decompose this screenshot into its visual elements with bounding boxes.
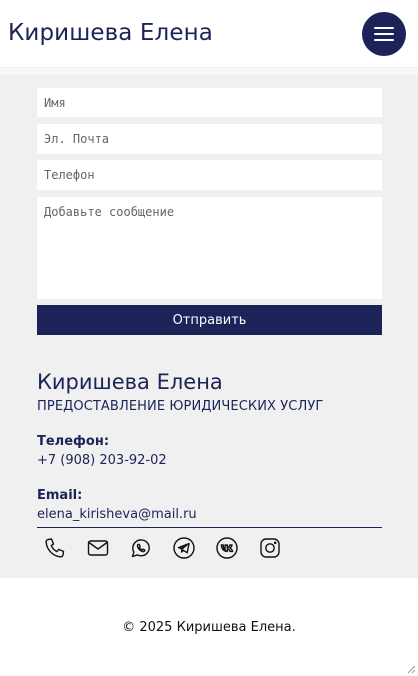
vk-icon[interactable] [215,535,239,561]
phone-field[interactable] [37,160,382,190]
site-brand[interactable]: Киришева Елена [8,20,213,46]
email-field[interactable] [37,124,382,154]
site-footer: © 2025 Киришева Елена. [0,578,418,676]
instagram-icon[interactable] [258,535,282,561]
site-header: Киришева Елена [0,0,418,68]
menu-icon [374,27,394,29]
name-field[interactable] [37,88,382,117]
whatsapp-icon[interactable] [129,535,153,561]
resize-grip-icon[interactable] [406,664,416,674]
message-field[interactable] [37,197,382,299]
phone-link[interactable]: +7 (908) 203-92-02 [37,453,167,468]
email-link[interactable]: elena_kirisheva@mail.ru [37,507,197,522]
divider [37,527,382,528]
phone-icon[interactable] [43,535,67,561]
mail-icon[interactable] [86,535,110,561]
copyright: © 2025 Киришева Елена. [122,620,296,635]
menu-button[interactable] [362,12,406,56]
telegram-icon[interactable] [172,535,196,561]
email-label: Email: [37,488,83,503]
contact-subtitle: ПРЕДОСТАВЛЕНИЕ ЮРИДИЧЕСКИХ УСЛУГ [37,399,324,414]
submit-button[interactable]: Отправить [37,305,382,335]
contact-name: Киришева Елена [37,370,223,394]
phone-label: Телефон: [37,434,110,449]
social-links [43,535,282,561]
